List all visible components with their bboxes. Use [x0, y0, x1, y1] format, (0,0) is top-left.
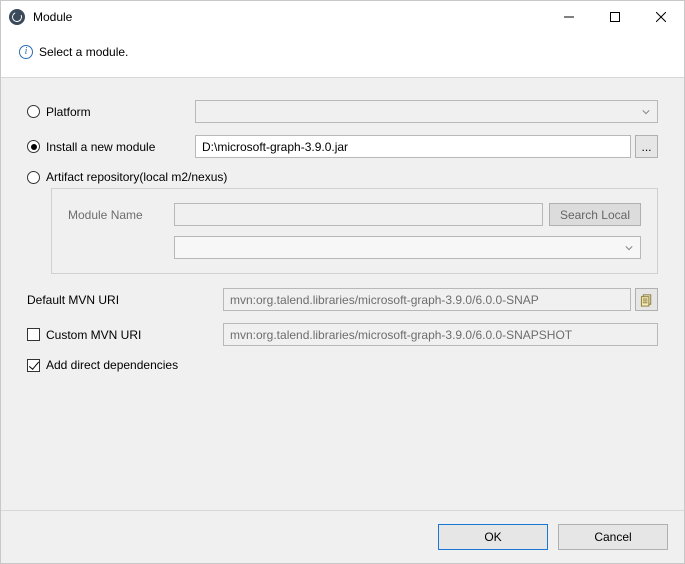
- module-name-label: Module Name: [68, 208, 166, 222]
- artifact-combo: [174, 236, 641, 259]
- add-deps-checkbox-label[interactable]: Add direct dependencies: [27, 358, 178, 372]
- ok-label: OK: [484, 530, 501, 544]
- window-title: Module: [33, 10, 72, 24]
- maximize-button[interactable]: [592, 1, 638, 33]
- minimize-button[interactable]: [546, 1, 592, 33]
- platform-label: Platform: [46, 105, 91, 119]
- dialog-content: Platform Install a new module ...: [1, 77, 684, 511]
- module-name-input: [174, 203, 543, 226]
- artifact-radio[interactable]: [27, 171, 40, 184]
- chevron-down-icon: [620, 237, 638, 258]
- info-icon: i: [19, 45, 33, 59]
- close-button[interactable]: [638, 1, 684, 33]
- banner-message: Select a module.: [39, 45, 128, 59]
- cancel-label: Cancel: [594, 530, 631, 544]
- cancel-button[interactable]: Cancel: [558, 524, 668, 550]
- artifact-radio-label[interactable]: Artifact repository(local m2/nexus): [27, 170, 227, 184]
- dialog-footer: OK Cancel: [1, 511, 684, 563]
- add-deps-label: Add direct dependencies: [46, 358, 178, 372]
- chevron-down-icon: [637, 101, 655, 122]
- dialog-banner: i Select a module.: [1, 33, 684, 77]
- ok-button[interactable]: OK: [438, 524, 548, 550]
- search-local-label: Search Local: [560, 208, 630, 222]
- install-label: Install a new module: [46, 140, 155, 154]
- platform-radio-label[interactable]: Platform: [27, 105, 91, 119]
- install-radio-label[interactable]: Install a new module: [27, 140, 155, 154]
- default-mvn-label: Default MVN URI: [27, 293, 119, 307]
- platform-combo[interactable]: [195, 100, 658, 123]
- copy-uri-button[interactable]: [635, 288, 658, 311]
- install-path-input[interactable]: [195, 135, 631, 158]
- artifact-label: Artifact repository(local m2/nexus): [46, 170, 227, 184]
- custom-mvn-label: Custom MVN URI: [46, 328, 141, 342]
- add-deps-checkbox[interactable]: [27, 359, 40, 372]
- search-local-button: Search Local: [549, 203, 641, 226]
- install-radio[interactable]: [27, 140, 40, 153]
- platform-radio[interactable]: [27, 105, 40, 118]
- title-bar: Module: [1, 1, 684, 33]
- artifact-group: Module Name Search Local: [51, 188, 658, 274]
- custom-mvn-checkbox-label[interactable]: Custom MVN URI: [27, 328, 141, 342]
- browse-label: ...: [641, 140, 651, 154]
- default-mvn-input: [223, 288, 631, 311]
- copy-icon: [640, 293, 653, 307]
- custom-mvn-checkbox[interactable]: [27, 328, 40, 341]
- custom-mvn-input: [223, 323, 658, 346]
- app-icon: [9, 9, 25, 25]
- browse-button[interactable]: ...: [635, 135, 658, 158]
